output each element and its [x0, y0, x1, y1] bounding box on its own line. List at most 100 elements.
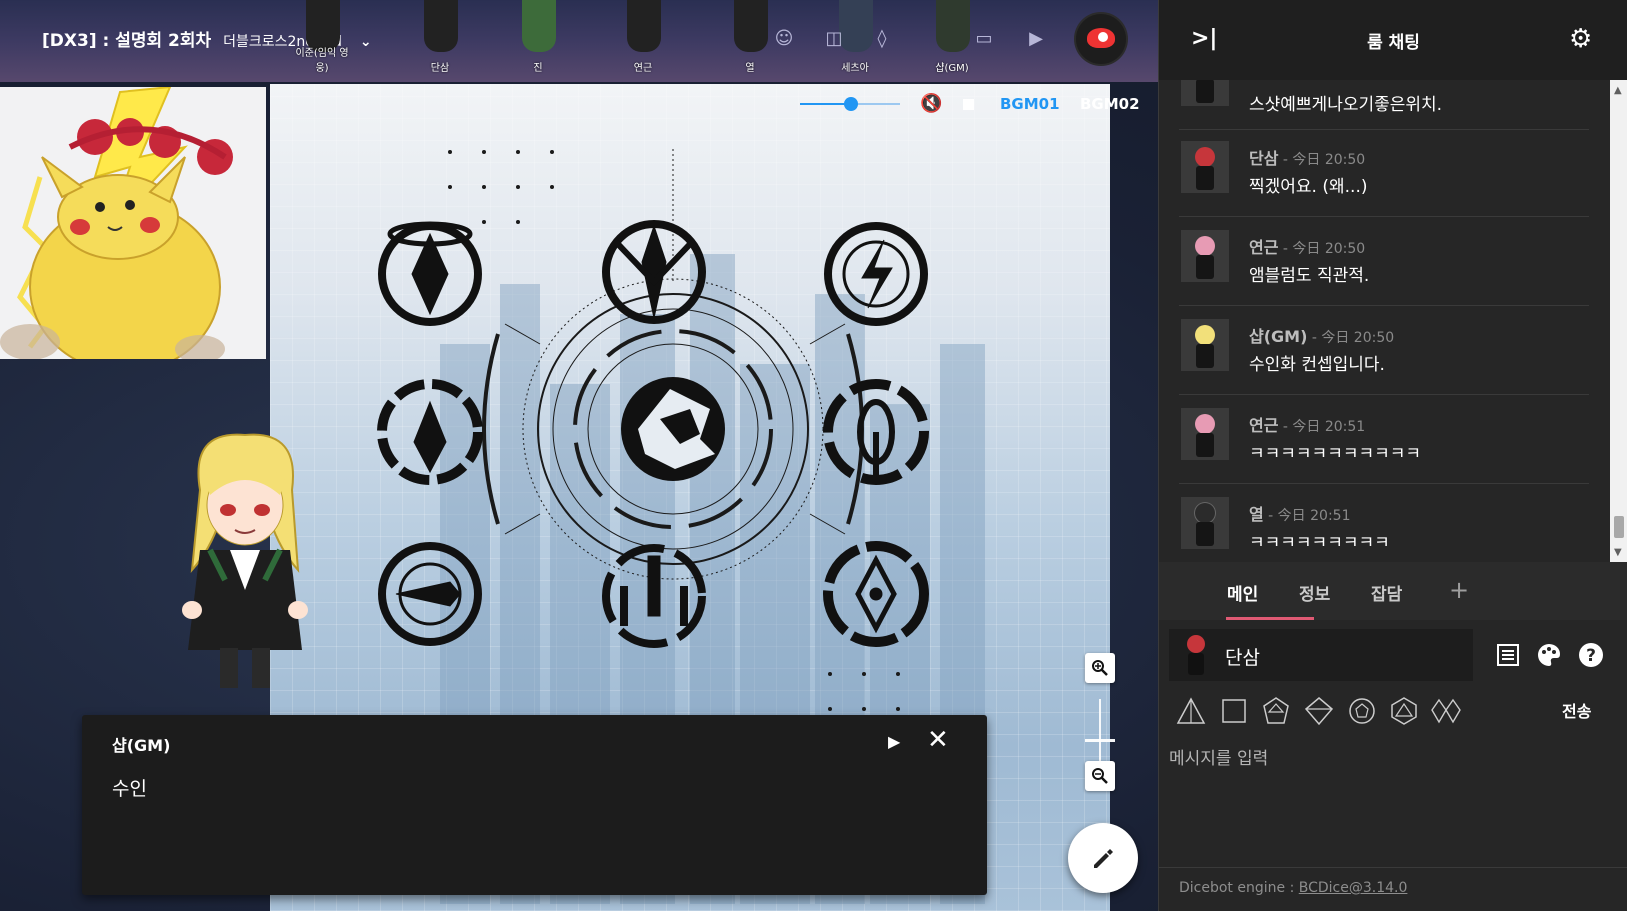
face-icon[interactable]: ☺ — [770, 24, 798, 52]
scroll-down-icon[interactable]: ▼ — [1614, 547, 1622, 558]
mute-icon[interactable]: 🔇 — [920, 93, 942, 114]
character-select[interactable]: 단삼 — [1169, 629, 1473, 681]
help-icon[interactable]: ? — [1577, 641, 1605, 669]
send-button[interactable]: 전송 — [1562, 698, 1591, 722]
volume-slider-fill — [800, 103, 850, 105]
d8-dice-icon[interactable] — [1261, 696, 1291, 726]
cards-icon[interactable]: ◊ — [868, 24, 896, 52]
edit-fab-button[interactable] — [1068, 823, 1138, 893]
message-input-area — [1159, 740, 1627, 865]
character-figure — [424, 0, 458, 52]
chat-message: 열 - 今日 20:51 ㅋㅋㅋㅋㅋㅋㅋㅋㅋ — [1179, 485, 1589, 562]
character-caption: 진 — [533, 63, 543, 74]
d12-dice-icon[interactable] — [1347, 696, 1377, 726]
character-figure — [627, 0, 661, 52]
gm-character-standee[interactable] — [180, 430, 310, 700]
character-caption: 열 — [745, 63, 755, 74]
strip-character-1[interactable]: 이준(임익 영웅) — [292, 0, 352, 82]
chat-message-time: - 今日 20:51 — [1278, 419, 1366, 435]
character-caption: 이준(임익 영웅) — [295, 48, 349, 74]
add-tab-button[interactable]: + — [1449, 576, 1469, 604]
list-icon[interactable] — [1494, 641, 1522, 669]
chat-message-time: - 今日 20:51 — [1263, 508, 1351, 524]
character-figure — [734, 0, 768, 52]
screen-icon[interactable]: ▭ — [970, 24, 998, 52]
avatar — [1181, 497, 1229, 549]
message-window: 샵(GM) 수인 ▶ ✕ — [82, 715, 987, 895]
chat-message: 스샷예쁘게나오기좋은위치. — [1179, 80, 1589, 130]
bgm-track-1[interactable]: BGM01 — [1000, 95, 1060, 113]
chat-message-time: - 今日 20:50 — [1307, 330, 1395, 346]
avatar — [1181, 319, 1229, 371]
message-speaker: 샵(GM) — [112, 736, 171, 755]
character-caption: 단삼 — [430, 63, 450, 74]
d100-dice-icon[interactable] — [1431, 696, 1461, 726]
chat-header: >| 룸 채팅 ⚙ — [1159, 0, 1627, 80]
dicebot-label: Dicebot engine : — [1179, 880, 1299, 896]
strip-character-4[interactable]: 연근 — [613, 0, 673, 82]
chat-message-author: 샵(GM) — [1249, 327, 1308, 346]
chat-message-time: - 今日 20:50 — [1278, 241, 1366, 257]
gear-icon[interactable]: ⚙ — [1569, 24, 1592, 54]
d6-dice-icon[interactable] — [1219, 696, 1249, 726]
bgm-track-2[interactable]: BGM02 — [1080, 95, 1140, 113]
chat-message: 연근 - 今日 20:51 ㅋㅋㅋㅋㅋㅋㅋㅋㅋㅋㅋ — [1179, 396, 1589, 484]
avatar — [1181, 80, 1229, 106]
chat-message-text: 찍겠어요. (왜...) — [1249, 177, 1368, 197]
volume-slider-handle[interactable] — [844, 97, 858, 111]
scroll-up-icon[interactable]: ▲ — [1614, 85, 1622, 96]
tab-chatter[interactable]: 잡담 — [1371, 580, 1402, 605]
chat-message-author: 단삼 — [1249, 149, 1279, 168]
character-figure — [522, 0, 556, 52]
chat-scrollbar[interactable]: ▲ ▼ — [1610, 80, 1627, 562]
d10-dice-icon[interactable] — [1304, 696, 1334, 726]
tab-main[interactable]: 메인 — [1227, 580, 1258, 605]
chat-message: 연근 - 今日 20:50 앰블럼도 직관적. — [1179, 218, 1589, 306]
app-root: [DX3] : 설명회 2회차 더블크로스2nd,3rd ⌄ 이준(임익 영웅)… — [0, 0, 1627, 911]
layers-icon[interactable]: ◫ — [820, 24, 848, 52]
movie-icon[interactable]: ▶ — [1022, 24, 1050, 52]
chevron-down-icon: ⌄ — [359, 34, 372, 50]
message-input[interactable] — [1169, 744, 1609, 774]
chat-log[interactable]: 스샷예쁘게나오기좋은위치. 단삼 - 今日 20:50 찍겠어요. (왜...)… — [1159, 80, 1627, 562]
stop-icon[interactable] — [963, 99, 974, 110]
dicebot-link[interactable]: BCDice@3.14.0 — [1299, 880, 1408, 896]
bgm-controls: 🔇 BGM01 BGM02 — [800, 92, 1140, 116]
avatar — [1181, 408, 1229, 460]
zoom-in-icon — [1092, 660, 1108, 676]
pikachu-card-image[interactable] — [0, 87, 266, 359]
zoom-in-button[interactable] — [1085, 653, 1115, 683]
zoom-slider-handle[interactable] — [1085, 739, 1115, 742]
chat-message-author: 연근 — [1249, 416, 1279, 435]
pencil-icon — [1094, 849, 1113, 868]
chat-message: 단삼 - 今日 20:50 찍겠어요. (왜...) — [1179, 129, 1589, 217]
avatar — [1175, 631, 1215, 679]
chat-message-text: ㅋㅋㅋㅋㅋㅋㅋㅋㅋ — [1249, 533, 1390, 553]
user-avatar[interactable] — [1076, 14, 1126, 64]
current-character-name: 단삼 — [1225, 647, 1260, 669]
d4-dice-icon[interactable] — [1176, 696, 1206, 726]
d20-dice-icon[interactable] — [1389, 696, 1419, 726]
close-icon[interactable]: ✕ — [927, 727, 949, 753]
chat-message-text: 앰블럼도 직관적. — [1249, 266, 1370, 286]
chat-title: 룸 채팅 — [1367, 33, 1420, 53]
strip-character-3[interactable]: 진 — [508, 0, 568, 82]
footer: Dicebot engine : BCDice@3.14.0 — [1159, 867, 1627, 911]
strip-character-2[interactable]: 단삼 — [410, 0, 470, 82]
active-tab-indicator — [1226, 617, 1314, 620]
tab-info[interactable]: 정보 — [1299, 580, 1330, 605]
character-caption: 세츠아 — [841, 63, 869, 74]
scrollbar-thumb[interactable] — [1614, 516, 1624, 538]
chat-message-text: 스샷예쁘게나오기좋은위치. — [1249, 95, 1443, 115]
chat-message-text: 수인화 컨셉입니다. — [1249, 355, 1385, 375]
avatar — [1181, 230, 1229, 282]
message-text: 수인 — [112, 778, 147, 800]
chat-message-author: 열 — [1249, 505, 1264, 524]
play-arrow-icon[interactable]: ▶ — [888, 732, 900, 751]
room-title: [DX3] : 설명회 2회차 — [42, 31, 212, 51]
chat-panel: >| 룸 채팅 ⚙ 스샷예쁘게나오기좋은위치. 단삼 - 今日 20:50 찍겠… — [1158, 0, 1627, 911]
palette-icon[interactable] — [1535, 641, 1563, 669]
zoom-out-icon — [1092, 768, 1108, 784]
zoom-out-button[interactable] — [1085, 761, 1115, 791]
chat-message-author: 연근 — [1249, 238, 1279, 257]
